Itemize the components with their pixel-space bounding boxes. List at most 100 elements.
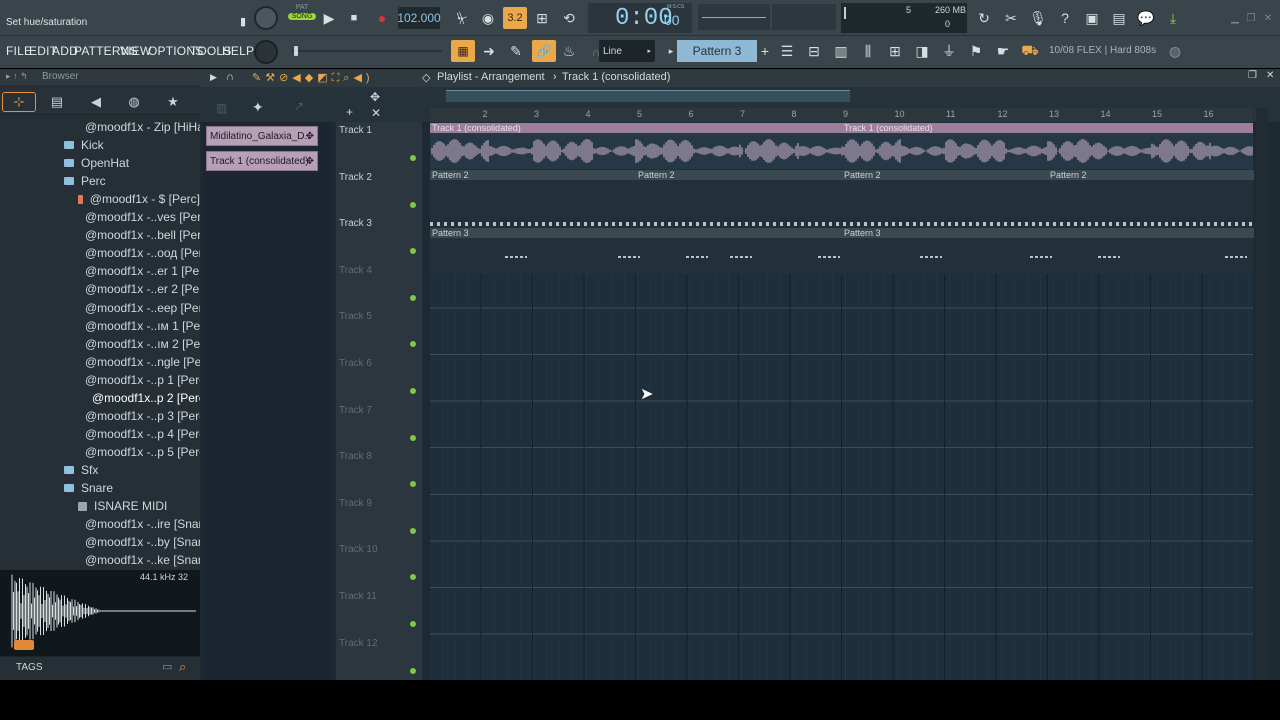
browser-item[interactable]: @moodf1x -..p 4 [Perc]	[0, 425, 209, 443]
browser-item[interactable]: @moodf1x -..ngle [Perc]	[0, 353, 215, 371]
close-app-icon[interactable]: ✕	[1257, 7, 1279, 29]
stop-icon[interactable]: ■	[343, 7, 365, 29]
channel-rack-icon[interactable]: ⊟	[803, 40, 825, 62]
track-header[interactable]: Track 7	[336, 405, 422, 416]
pattern-clip[interactable]: Pattern 2	[842, 170, 1048, 180]
mixer-icon[interactable]: ⫼	[857, 40, 879, 62]
track-header[interactable]: Track 8	[336, 451, 422, 462]
browser-item[interactable]: @moodf1x -..ves [Perc]	[0, 208, 211, 226]
touch-icon[interactable]: ☛	[992, 40, 1014, 62]
draw-tool-icon[interactable]: ✎	[505, 40, 527, 62]
browser-icon[interactable]: ◨	[911, 40, 933, 62]
menu-help[interactable]: HELP	[222, 44, 254, 58]
track-mute-dot[interactable]	[410, 294, 416, 301]
cut-icon[interactable]: ✂	[1000, 7, 1022, 29]
plugin-icon[interactable]: ⏚	[938, 40, 960, 62]
search-icon[interactable]: ⌕	[179, 659, 186, 675]
track-mute-dot[interactable]	[410, 527, 416, 534]
vertical-scrollbar[interactable]	[1256, 108, 1268, 680]
picker-pattern-midilatino[interactable]: Midilatino_Galaxia_D.. ✥	[206, 126, 318, 146]
tempo-display[interactable]: 102.000	[397, 7, 441, 29]
pattern-selector[interactable]: Pattern 3	[677, 40, 757, 62]
track-mute-dot[interactable]	[410, 434, 416, 441]
menu-view[interactable]: VIEW	[120, 44, 151, 58]
link-icon[interactable]: 🔗	[532, 40, 556, 62]
step-sequencer-icon[interactable]: ▥	[830, 40, 852, 62]
track-header[interactable]: Track 10	[336, 544, 422, 555]
browser-item[interactable]: @moodf1x -..ke [Snare]	[0, 551, 212, 569]
browser-item[interactable]: @moodf1x -..by [Snare]	[0, 533, 212, 551]
pattern-clip[interactable]: Pattern 2	[430, 170, 636, 180]
window-restore-icon[interactable]: ❐	[1248, 70, 1257, 81]
track-header[interactable]: Track 5	[336, 311, 422, 322]
plugin-news[interactable]: 10/08 FLEX | Hard 808s	[1049, 45, 1156, 56]
browser-item[interactable]: @moodf1x -..bell [Perc]	[0, 226, 211, 244]
browser-item[interactable]: Perc	[0, 172, 200, 190]
pat-song-toggle[interactable]: PAT SONG	[288, 4, 316, 32]
play-icon[interactable]: ▶	[318, 7, 340, 29]
wait-record-icon[interactable]: ◉	[477, 7, 499, 29]
track-header[interactable]: Track 12	[336, 638, 422, 649]
browser-item[interactable]: OpenHat	[0, 154, 200, 172]
browser-item[interactable]: @moodf1x - $ [Perc]	[0, 190, 200, 208]
browser-item[interactable]: @moodf1x..p 2 [Perc]	[0, 389, 208, 407]
tab-plugin-icon[interactable]: ◍	[117, 92, 151, 112]
download-icon[interactable]: ⤓	[1162, 7, 1184, 29]
track-mute-dot[interactable]	[410, 667, 416, 674]
browser-item[interactable]: @moodf1x -..p 5 [Perc]	[0, 443, 209, 461]
remove-track-icon[interactable]: ✕	[371, 106, 381, 120]
audio-clip[interactable]: Track 1 (consolidated)	[842, 123, 1253, 133]
track-mute-dot[interactable]	[410, 155, 416, 161]
cart-icon[interactable]: ⛟	[1019, 40, 1041, 62]
tab-all-icon[interactable]: ⊹	[2, 92, 36, 112]
snap-magnet-icon[interactable]: ∩	[226, 71, 234, 83]
add-track-icon[interactable]: +	[346, 105, 353, 119]
track-header[interactable]: Track 11	[336, 591, 422, 602]
snap-select[interactable]: Line ▸	[599, 40, 655, 62]
browser-nav-icons[interactable]: ▸ ↑ ↰	[6, 71, 28, 82]
time-signature-button[interactable]: 3.2	[503, 7, 527, 29]
browser-item[interactable]: ISNARE MIDI	[0, 497, 200, 515]
help-icon[interactable]: ?	[1054, 7, 1076, 29]
tab-project-icon[interactable]: ▤	[40, 92, 74, 112]
master-volume-knob[interactable]	[254, 6, 278, 30]
track-mute-dot[interactable]	[410, 621, 416, 627]
audio-clip-icon[interactable]: ✦	[252, 99, 264, 116]
piano-roll-icon[interactable]: ▦	[451, 40, 475, 62]
browser-item[interactable]: @moodf1x -..p 1 [Perc]	[0, 371, 209, 389]
track-header[interactable]: Track 1	[336, 125, 422, 136]
folder-icon[interactable]: ▭	[162, 660, 172, 673]
sample-play-icon[interactable]	[14, 640, 34, 650]
master-pitch-knob[interactable]	[254, 40, 278, 64]
browser-item[interactable]: Snare	[0, 479, 200, 497]
timeline-ruler[interactable]: 234567891011121314151617	[430, 108, 1265, 122]
playlist-overview-scrollbar[interactable]	[446, 90, 850, 102]
tab-favorites-icon[interactable]: ★	[156, 92, 190, 112]
pattern-clip[interactable]: Pattern 3	[842, 228, 1254, 238]
step-edit-icon[interactable]: ⊞	[531, 7, 553, 29]
record-icon[interactable]: ●	[371, 7, 393, 29]
browser-item[interactable]: @moodf1x -..ire [Snare]	[0, 515, 213, 533]
track-header[interactable]: Track 3	[336, 218, 422, 229]
track-mute-dot[interactable]	[410, 388, 416, 394]
browser-item[interactable]: @moodf1x -..er 1 [Perc]	[0, 262, 213, 280]
routing-icon[interactable]: ⊞	[884, 40, 906, 62]
browser-item[interactable]: @moodf1x -..оод [Perc]	[0, 244, 212, 262]
sample-preview[interactable]: 44.1 kHz 32	[0, 570, 200, 656]
browser-item[interactable]: @moodf1x -..ıм 1 [Perc]	[0, 317, 213, 335]
metronome-icon[interactable]: ⏧	[451, 7, 473, 29]
tempo-tap-icon[interactable]: ⚑	[965, 40, 987, 62]
automation-icon[interactable]: ↗	[294, 99, 304, 113]
window-close-icon[interactable]: ✕	[1266, 70, 1274, 81]
pattern-clip[interactable]: Pattern 3	[430, 228, 842, 238]
pattern-clip[interactable]: Pattern 2	[636, 170, 842, 180]
browser-item[interactable]: @moodf1x -..eep [Perc]	[0, 299, 212, 317]
audio-clip[interactable]: Track 1 (consolidated)	[430, 123, 842, 133]
track-header[interactable]: Track 2	[336, 172, 422, 183]
tab-speaker-icon[interactable]: ◀	[79, 92, 113, 112]
track-header[interactable]: Track 9	[336, 498, 422, 509]
browser-item[interactable]: Sfx	[0, 461, 200, 479]
browser-item[interactable]: @moodf1x -..ıм 2 [Perc]	[0, 335, 213, 353]
playlist-icon[interactable]: ☰	[776, 40, 798, 62]
undo-icon[interactable]: ↻	[973, 7, 995, 29]
